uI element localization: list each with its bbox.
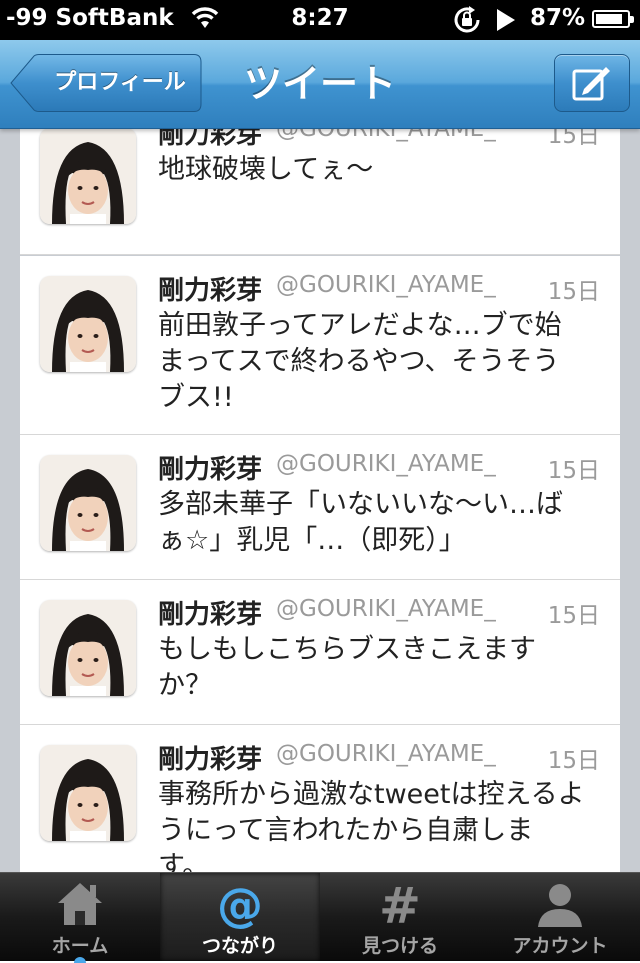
avatar[interactable]	[40, 276, 136, 372]
avatar[interactable]	[40, 455, 136, 551]
tweet-text-line: す。	[158, 851, 210, 872]
tweet-author-name: 剛力彩芽	[158, 455, 263, 485]
tab-discover-label: 見つける	[361, 935, 438, 957]
tweet-author-handle: @GOURIKI_AYAME_	[276, 272, 496, 298]
avatar[interactable]	[40, 128, 136, 224]
tweet-list[interactable]: 剛力彩芽 @GOURIKI_AYAME_ 15日 地球破壊してぇ〜 剛力彩芽 @…	[0, 128, 640, 872]
orientation-lock-icon	[451, 4, 483, 40]
tweet-author-handle: @GOURIKI_AYAME_	[276, 128, 496, 142]
tweet-text-line: 多部未華子「いないいな〜い…ば	[158, 489, 563, 520]
tweet-item[interactable]: 剛力彩芽 @GOURIKI_AYAME_ 15日 多部未華子「いないいな〜い…ば…	[20, 435, 620, 580]
avatar[interactable]	[40, 600, 136, 696]
navigation-bar: プロフィール ツイート	[0, 40, 640, 129]
tweet-text-line: 地球破壊してぇ〜	[158, 154, 374, 185]
tweet-author-name: 剛力彩芽	[158, 600, 263, 630]
tweet-date: 15日	[547, 279, 600, 305]
at-icon: @	[214, 878, 266, 933]
tweet-text-line: ブス!!	[158, 382, 234, 413]
person-icon	[534, 879, 586, 933]
tweet-text-line: 前田敦子ってアレだよな…ブで始	[158, 310, 562, 341]
tab-bar: ホーム @ つながり # 見つける アカウント	[0, 872, 640, 963]
tweet-date: 15日	[547, 128, 600, 149]
tab-home[interactable]: ホーム	[0, 873, 160, 963]
tab-connect[interactable]: @ つながり	[160, 873, 320, 961]
tweet-item[interactable]: 剛力彩芽 @GOURIKI_AYAME_ 15日 もしもしこちらブスきこえます …	[20, 580, 620, 725]
tweet-text-line: まってスで終わるやつ、そうそう	[158, 346, 560, 377]
tweet-author-handle: @GOURIKI_AYAME_	[276, 741, 496, 767]
tweet-item[interactable]: 剛力彩芽 @GOURIKI_AYAME_ 15日 地球破壊してぇ〜	[20, 128, 620, 255]
tweet-text-line: か？	[158, 670, 212, 701]
tweet-text: 地球破壊してぇ〜	[158, 152, 608, 188]
tweet-author-handle: @GOURIKI_AYAME_	[276, 451, 496, 477]
tweet-author-handle: @GOURIKI_AYAME_	[276, 596, 496, 622]
tab-account[interactable]: アカウント	[480, 873, 640, 961]
tweet-item[interactable]: 剛力彩芽 @GOURIKI_AYAME_ 15日 前田敦子ってアレだよな…ブで始…	[20, 256, 620, 435]
tweet-author-name: 剛力彩芽	[158, 745, 263, 775]
tab-account-label: アカウント	[512, 935, 608, 957]
compose-button[interactable]	[554, 54, 630, 112]
tweet-text-line: もしもしこちらブスきこえます	[158, 634, 536, 665]
avatar[interactable]	[40, 745, 136, 841]
tweet-text-line: ぁ☆」乳児「…（即死）」	[158, 525, 466, 556]
tweet-date: 15日	[547, 458, 600, 484]
svg-text:#: #	[379, 879, 421, 929]
tweet-text: もしもしこちらブスきこえます か？	[158, 632, 608, 704]
tweet-text-line: 事務所から過激なtweetは控えるよ	[158, 779, 585, 810]
unread-indicator	[74, 957, 86, 963]
battery-fill	[596, 14, 623, 24]
page-title: ツイート	[243, 62, 396, 106]
battery-icon	[592, 10, 634, 28]
tweet-author-name: 剛力彩芽	[158, 276, 263, 306]
tweet-author-name: 剛力彩芽	[158, 128, 263, 150]
tweet-item[interactable]: 剛力彩芽 @GOURIKI_AYAME_ 15日 事務所から過激なtweetは控…	[20, 725, 620, 872]
tweet-text: 事務所から過激なtweetは控えるよ うにって言われたから自粛しま す。	[158, 777, 608, 872]
tab-home-label: ホーム	[51, 935, 109, 957]
tab-discover[interactable]: # 見つける	[320, 873, 480, 961]
tab-connect-label: つながり	[201, 935, 278, 957]
tweet-text: 多部未華子「いないいな〜い…ば ぁ☆」乳児「…（即死）」	[158, 487, 608, 559]
tweet-text: 前田敦子ってアレだよな…ブで始 まってスで終わるやつ、そうそう ブス!!	[158, 308, 608, 416]
battery-percent: 87%	[530, 5, 586, 31]
hashtag-icon: #	[374, 877, 426, 935]
play-icon	[497, 9, 515, 31]
status-bar: -99 SoftBank 8:27 87%	[0, 0, 640, 40]
home-icon	[54, 879, 106, 931]
tweet-date: 15日	[547, 748, 600, 774]
tweet-text-line: うにって言われたから自粛しま	[158, 815, 534, 846]
svg-text:@: @	[217, 879, 263, 929]
compose-icon	[572, 67, 610, 101]
tweet-date: 15日	[547, 603, 600, 629]
